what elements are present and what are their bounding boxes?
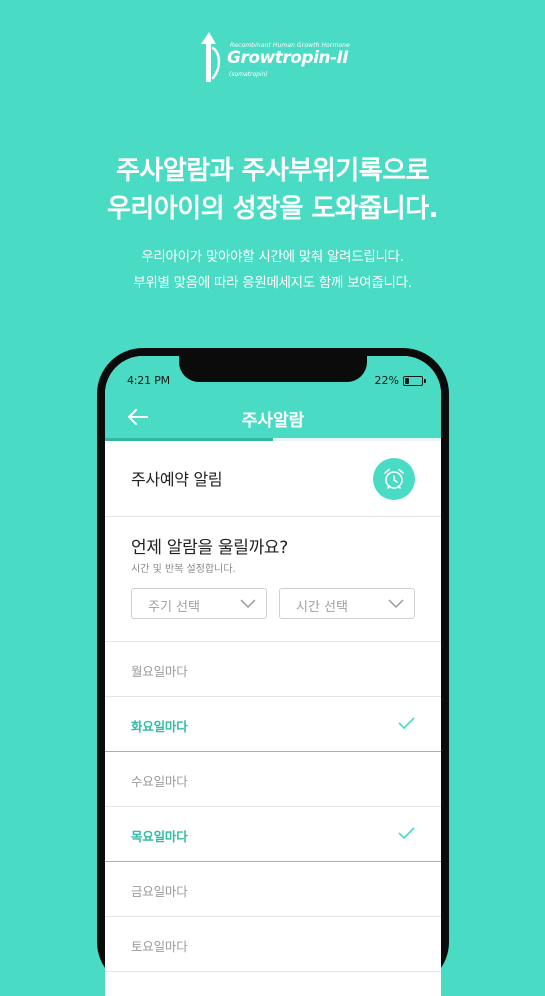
logo-arrow-icon — [201, 32, 221, 82]
weekday-option[interactable]: 목요일마다 — [105, 807, 441, 862]
page-title: 주사알람 — [241, 411, 305, 431]
injection-alarm-row: 주사예약 알림 — [105, 441, 441, 517]
weekday-list: 월요일마다화요일마다수요일마다목요일마다금요일마다토요일마다 — [105, 641, 441, 972]
alarm-clock-button[interactable] — [373, 458, 415, 500]
phone-screen: 4:21 PM 22% 주사알람 주사예약 알림 언제 알람을 울릴까요? 시간… — [105, 356, 441, 996]
promo-description-line2: 부위별 맞음에 따라 응원메세지도 함께 보여줍니다. — [133, 275, 412, 291]
back-arrow-icon[interactable] — [127, 407, 149, 427]
weekday-option[interactable]: 토요일마다 — [105, 917, 441, 972]
weekday-option-label: 금요일마다 — [131, 884, 188, 899]
promo-headline-line2: 우리아이의 성장을 도와줍니다. — [107, 194, 438, 224]
weekday-option[interactable]: 월요일마다 — [105, 642, 441, 697]
logo-brand-name: Growtropin-II — [227, 48, 349, 68]
injection-alarm-label: 주사예약 알림 — [131, 470, 223, 489]
time-select-value: 시간 선택 — [296, 600, 348, 615]
promo-description-line1: 우리아이가 맞아야할 시간에 맞춰 알려드립니다. — [141, 249, 404, 265]
alarm-clock-icon — [384, 468, 404, 489]
phone-notch — [179, 356, 367, 382]
growtropin-logo: Recombinant Human Growth Hormone Growtro… — [199, 28, 359, 84]
battery-icon — [403, 375, 426, 386]
weekday-option[interactable]: 화요일마다 — [105, 697, 441, 752]
weekday-option[interactable]: 수요일마다 — [105, 752, 441, 807]
schedule-hint: 시간 및 반복 설정합니다. — [131, 564, 236, 575]
weekday-option-label: 월요일마다 — [131, 664, 188, 679]
weekday-option-label: 목요일마다 — [131, 829, 188, 844]
weekday-option-label: 토요일마다 — [131, 939, 188, 954]
chevron-down-icon — [388, 599, 404, 609]
weekday-option[interactable]: 금요일마다 — [105, 862, 441, 917]
cycle-select[interactable]: 주기 선택 — [131, 588, 267, 619]
checkmark-icon — [398, 827, 415, 839]
checkmark-icon — [398, 717, 415, 729]
weekday-option-label: 화요일마다 — [131, 719, 188, 734]
schedule-question: 언제 알람을 울릴까요? — [131, 538, 288, 558]
battery-indicator: 22% — [374, 374, 426, 387]
chevron-down-icon — [240, 599, 256, 609]
promo-headline: 주사알람과 주사부위기록으로 우리아이의 성장을 도와줍니다. — [0, 152, 545, 228]
weekday-option-label: 수요일마다 — [131, 774, 188, 789]
logo-generic-name: (somatropin) — [229, 71, 268, 78]
time-select[interactable]: 시간 선택 — [279, 588, 415, 619]
promo-headline-line1: 주사알람과 주사부위기록으로 — [115, 156, 430, 186]
promo-description: 우리아이가 맞아야할 시간에 맞춰 알려드립니다. 부위별 맞음에 따라 응원메… — [0, 244, 545, 296]
cycle-select-value: 주기 선택 — [148, 600, 200, 615]
app-bar: 주사알람 — [105, 396, 441, 438]
battery-percent: 22% — [374, 374, 399, 387]
phone-frame: 4:21 PM 22% 주사알람 주사예약 알림 언제 알람을 울릴까요? 시간… — [97, 348, 449, 996]
status-time: 4:21 PM — [127, 374, 170, 387]
battery-level — [405, 377, 409, 384]
